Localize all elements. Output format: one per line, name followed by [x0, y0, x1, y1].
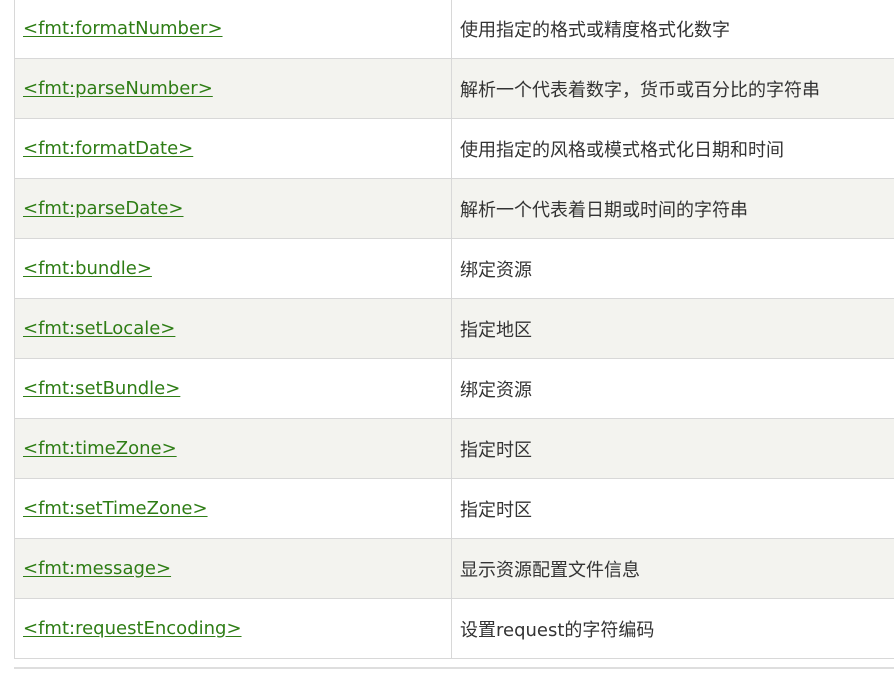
description-cell: 指定地区: [451, 298, 894, 359]
tag-description: 设置request的字符编码: [460, 619, 655, 641]
tag-cell: <fmt:requestEncoding>: [14, 598, 452, 659]
table-row: <fmt:setTimeZone> 指定时区: [14, 478, 894, 539]
description-cell: 解析一个代表着数字，货币或百分比的字符串: [451, 58, 894, 119]
tag-link-formatdate[interactable]: <fmt:formatDate>: [23, 138, 193, 159]
fmt-tags-table: <fmt:formatNumber> 使用指定的格式或精度格式化数字 <fmt:…: [14, 0, 894, 659]
tag-link-timezone[interactable]: <fmt:timeZone>: [23, 438, 177, 459]
table-row: <fmt:formatDate> 使用指定的风格或模式格式化日期和时间: [14, 118, 894, 179]
tag-description: 指定时区: [460, 439, 532, 461]
tag-description: 使用指定的格式或精度格式化数字: [460, 19, 730, 41]
description-cell: 设置request的字符编码: [451, 598, 894, 659]
description-cell: 绑定资源: [451, 238, 894, 299]
tag-description: 绑定资源: [460, 259, 532, 281]
description-cell: 指定时区: [451, 478, 894, 539]
tag-cell: <fmt:setBundle>: [14, 358, 452, 419]
description-cell: 解析一个代表着日期或时间的字符串: [451, 178, 894, 239]
bottom-divider: [14, 667, 894, 669]
tag-cell: <fmt:parseDate>: [14, 178, 452, 239]
description-cell: 显示资源配置文件信息: [451, 538, 894, 599]
description-cell: 指定时区: [451, 418, 894, 479]
tag-description: 指定地区: [460, 319, 532, 341]
tag-link-parsenumber[interactable]: <fmt:parseNumber>: [23, 78, 213, 99]
tag-link-message[interactable]: <fmt:message>: [23, 558, 171, 579]
tag-link-settimezone[interactable]: <fmt:setTimeZone>: [23, 498, 208, 519]
tag-description: 显示资源配置文件信息: [460, 559, 640, 581]
tag-description: 解析一个代表着数字，货币或百分比的字符串: [460, 79, 820, 101]
tag-cell: <fmt:timeZone>: [14, 418, 452, 479]
tag-description: 解析一个代表着日期或时间的字符串: [460, 199, 748, 221]
table-row: <fmt:setBundle> 绑定资源: [14, 358, 894, 419]
tag-cell: <fmt:setLocale>: [14, 298, 452, 359]
table-row: <fmt:message> 显示资源配置文件信息: [14, 538, 894, 599]
description-cell: 绑定资源: [451, 358, 894, 419]
table-row: <fmt:timeZone> 指定时区: [14, 418, 894, 479]
tag-cell: <fmt:message>: [14, 538, 452, 599]
tag-description: 指定时区: [460, 499, 532, 521]
tag-link-setbundle[interactable]: <fmt:setBundle>: [23, 378, 180, 399]
tag-link-setlocale[interactable]: <fmt:setLocale>: [23, 318, 175, 339]
table-row: <fmt:setLocale> 指定地区: [14, 298, 894, 359]
tag-cell: <fmt:formatDate>: [14, 118, 452, 179]
tag-description: 使用指定的风格或模式格式化日期和时间: [460, 139, 784, 161]
description-cell: 使用指定的格式或精度格式化数字: [451, 0, 894, 59]
tag-link-parsedate[interactable]: <fmt:parseDate>: [23, 198, 184, 219]
tag-description: 绑定资源: [460, 379, 532, 401]
table-row: <fmt:parseDate> 解析一个代表着日期或时间的字符串: [14, 178, 894, 239]
tag-link-requestencoding[interactable]: <fmt:requestEncoding>: [23, 618, 242, 639]
description-cell: 使用指定的风格或模式格式化日期和时间: [451, 118, 894, 179]
table-row: <fmt:parseNumber> 解析一个代表着数字，货币或百分比的字符串: [14, 58, 894, 119]
tag-link-bundle[interactable]: <fmt:bundle>: [23, 258, 152, 279]
tag-cell: <fmt:parseNumber>: [14, 58, 452, 119]
table-row: <fmt:bundle> 绑定资源: [14, 238, 894, 299]
tag-cell: <fmt:bundle>: [14, 238, 452, 299]
tag-cell: <fmt:formatNumber>: [14, 0, 452, 59]
table-row: <fmt:requestEncoding> 设置request的字符编码: [14, 598, 894, 659]
table-row: <fmt:formatNumber> 使用指定的格式或精度格式化数字: [14, 0, 894, 59]
tag-cell: <fmt:setTimeZone>: [14, 478, 452, 539]
tag-link-formatnumber[interactable]: <fmt:formatNumber>: [23, 18, 223, 39]
